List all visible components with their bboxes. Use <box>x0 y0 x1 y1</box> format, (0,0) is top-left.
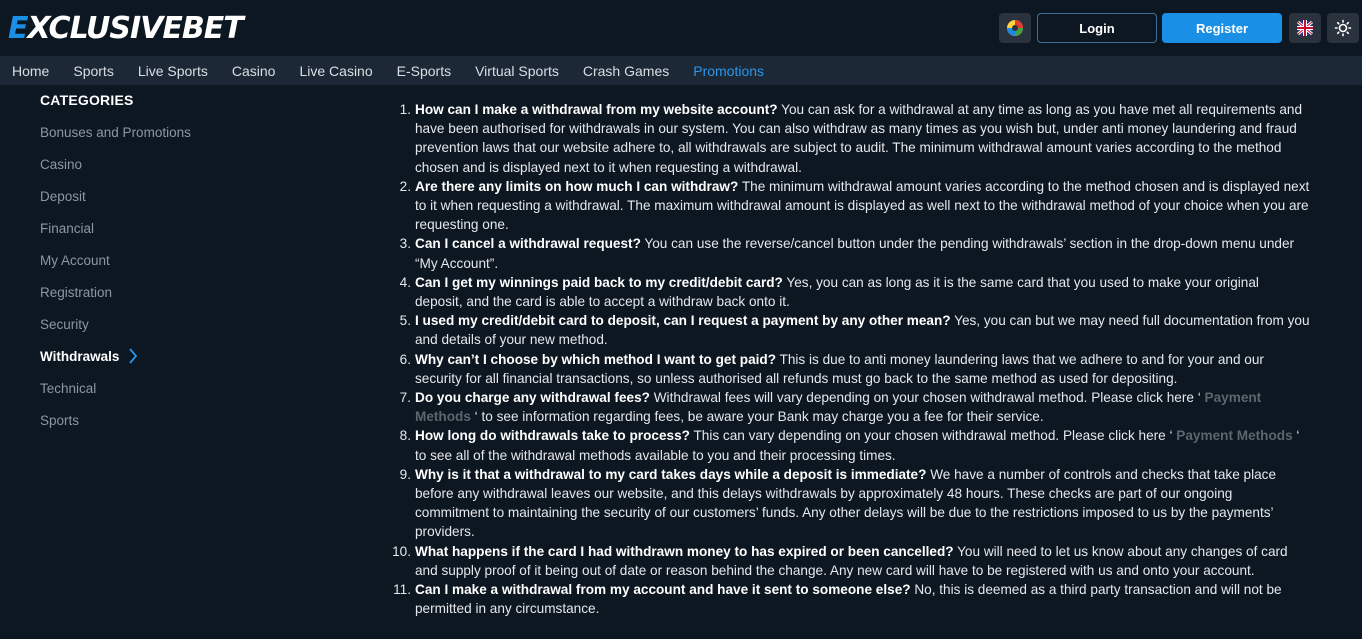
sidebar-item-label: My Account <box>40 252 110 268</box>
faq-number: 5. <box>399 313 411 329</box>
faq-number: 8. <box>399 428 411 444</box>
faq-body: How can I make a withdrawal from my webs… <box>415 100 1310 177</box>
faq-item: 8. How long do withdrawals take to proces… <box>380 426 1310 464</box>
nav-item-casino[interactable]: Casino <box>220 56 288 85</box>
sun-icon <box>1334 19 1352 37</box>
faq-body: Can I cancel a withdrawal request? You c… <box>415 234 1310 272</box>
faq-answer: This can vary depending on your chosen w… <box>689 428 1173 444</box>
language-button[interactable] <box>1289 13 1321 43</box>
sidebar-item-label: Security <box>40 316 89 332</box>
sidebar-item-security[interactable]: Security <box>40 308 340 340</box>
sidebar-item-registration[interactable]: Registration <box>40 276 340 308</box>
faq-body: Can I get my winnings paid back to my cr… <box>415 273 1310 311</box>
sidebar-item-label: Registration <box>40 284 113 300</box>
nav-item-crash-games[interactable]: Crash Games <box>571 56 681 85</box>
faq-body: Are there any limits on how much I can w… <box>415 177 1310 235</box>
payment-methods-link[interactable]: Payment Methods <box>1173 428 1297 443</box>
nav-item-virtual-sports[interactable]: Virtual Sports <box>463 56 571 85</box>
faq-item: 5. I used my credit/debit card to deposit… <box>380 311 1310 349</box>
sidebar-item-sports[interactable]: Sports <box>40 404 340 436</box>
uk-flag-icon <box>1297 20 1313 36</box>
faq-number: 3. <box>399 236 411 252</box>
faq-answer: Withdrawal fees will vary depending on y… <box>649 390 1201 406</box>
categories-list: Bonuses and Promotions Casino Deposit Finan… <box>40 124 340 444</box>
faq-item: 11. Can I make a withdrawal from my accou… <box>380 580 1310 618</box>
theme-toggle-button[interactable] <box>1327 13 1359 43</box>
top-header: E XCLUSIVEBET Login Register <box>0 0 1362 56</box>
nav-item-sports[interactable]: Sports <box>61 56 125 85</box>
faq-item: 2. Are there any limits on how much I can… <box>380 177 1310 235</box>
sidebar-item-casino[interactable]: Casino <box>40 148 340 180</box>
chevron-right-icon <box>129 348 138 364</box>
faq-question: Why is it that a withdrawal to my card t… <box>415 466 927 482</box>
sidebar-item-financial[interactable]: Financial <box>40 212 340 244</box>
logo-text: XCLUSIVEBET <box>27 10 244 46</box>
sidebar-item-label: Technical <box>40 380 97 396</box>
faq-body: I used my credit/debit card to deposit, … <box>415 311 1310 349</box>
sidebar-item-my-account[interactable]: My Account <box>40 244 340 276</box>
faq-question: Why can’t I choose by which method I wan… <box>415 351 777 367</box>
faq-question: What happens if the card I had withdrawn… <box>415 543 954 559</box>
faq-body: What happens if the card I had withdrawn… <box>415 542 1310 580</box>
site-logo[interactable]: E XCLUSIVEBET <box>8 9 244 47</box>
faq-item: 7. Do you charge any withdrawal fees? Wit… <box>380 388 1310 426</box>
faq-item: 6. Why can’t I choose by which method I w… <box>380 350 1310 388</box>
faq-body: Can I make a withdrawal from my account … <box>415 580 1310 618</box>
faq-number: 10. <box>392 543 411 559</box>
faq-number: 4. <box>399 274 411 290</box>
faq-number: 1. <box>399 102 411 117</box>
sidebar-item-bonuses-and-promotions[interactable]: Bonuses and Promotions <box>40 116 340 148</box>
sidebar-item-label: Casino <box>40 156 83 172</box>
faq-item: 4. Can I get my winnings paid back to my … <box>380 273 1310 311</box>
faq-answer-cont: ‘ to see information regarding fees, be … <box>474 409 1044 425</box>
categories-title: CATEGORIES <box>40 92 134 108</box>
faq-question: Are there any limits on how much I can w… <box>415 178 739 194</box>
sidebar-item-label: Financial <box>40 220 95 236</box>
faq-body: Why can’t I choose by which method I wan… <box>415 350 1310 388</box>
faq-question: Do you charge any withdrawal fees? <box>415 390 650 406</box>
sidebar-item-label: Bonuses and Promotions <box>40 124 191 140</box>
wheel-icon <box>1007 20 1023 36</box>
login-button[interactable]: Login <box>1037 13 1157 43</box>
wheel-icon-button[interactable] <box>999 13 1031 43</box>
nav-item-live-sports[interactable]: Live Sports <box>126 56 220 85</box>
faq-question: How long do withdrawals take to process? <box>415 428 690 444</box>
faq-number: 7. <box>399 390 411 406</box>
faq-question: Can I cancel a withdrawal request? <box>415 236 641 252</box>
faq-body: How long do withdrawals take to process?… <box>415 426 1310 464</box>
sidebar-item-label: Withdrawals <box>40 348 120 364</box>
nav-item-e-sports[interactable]: E-Sports <box>385 56 463 85</box>
faq-question: I used my credit/debit card to deposit, … <box>415 313 951 329</box>
faq-item: 9. Why is it that a withdrawal to my card… <box>380 465 1310 542</box>
nav-item-home[interactable]: Home <box>0 56 61 85</box>
faq-question: How can I make a withdrawal from my webs… <box>415 102 778 117</box>
nav-item-live-casino[interactable]: Live Casino <box>287 56 384 85</box>
faq-number: 11. <box>393 582 411 598</box>
main-nav: Home Sports Live Sports Casino Live Casino E-… <box>0 56 1362 85</box>
faq-item: 10. What happens if the card I had withdr… <box>380 542 1310 580</box>
sidebar-item-technical[interactable]: Technical <box>40 372 340 404</box>
faq-content: 1. How can I make a withdrawal from my we… <box>380 100 1310 618</box>
sidebar-item-withdrawals[interactable]: Withdrawals <box>40 340 340 372</box>
faq-question: Can I make a withdrawal from my account … <box>415 582 911 598</box>
nav-item-promotions[interactable]: Promotions <box>681 56 776 85</box>
sidebar-item-label: Deposit <box>40 188 86 204</box>
faq-number: 9. <box>399 466 411 482</box>
sidebar-item-deposit[interactable]: Deposit <box>40 180 340 212</box>
faq-number: 6. <box>399 351 411 367</box>
logo-mark: E <box>8 10 28 46</box>
faq-item: 1. How can I make a withdrawal from my we… <box>380 100 1310 177</box>
register-button[interactable]: Register <box>1162 13 1282 43</box>
faq-number: 2. <box>399 178 411 194</box>
sidebar-item-label: Sports <box>40 412 80 428</box>
faq-item: 3. Can I cancel a withdrawal request? You… <box>380 234 1310 272</box>
categories-sidebar: CATEGORIES Bonuses and Promotions Casino D… <box>40 92 340 444</box>
faq-body: Why is it that a withdrawal to my card t… <box>415 465 1310 542</box>
faq-list: 1. How can I make a withdrawal from my we… <box>380 100 1310 618</box>
faq-question: Can I get my winnings paid back to my cr… <box>415 274 783 290</box>
faq-body: Do you charge any withdrawal fees? Withd… <box>415 388 1310 426</box>
